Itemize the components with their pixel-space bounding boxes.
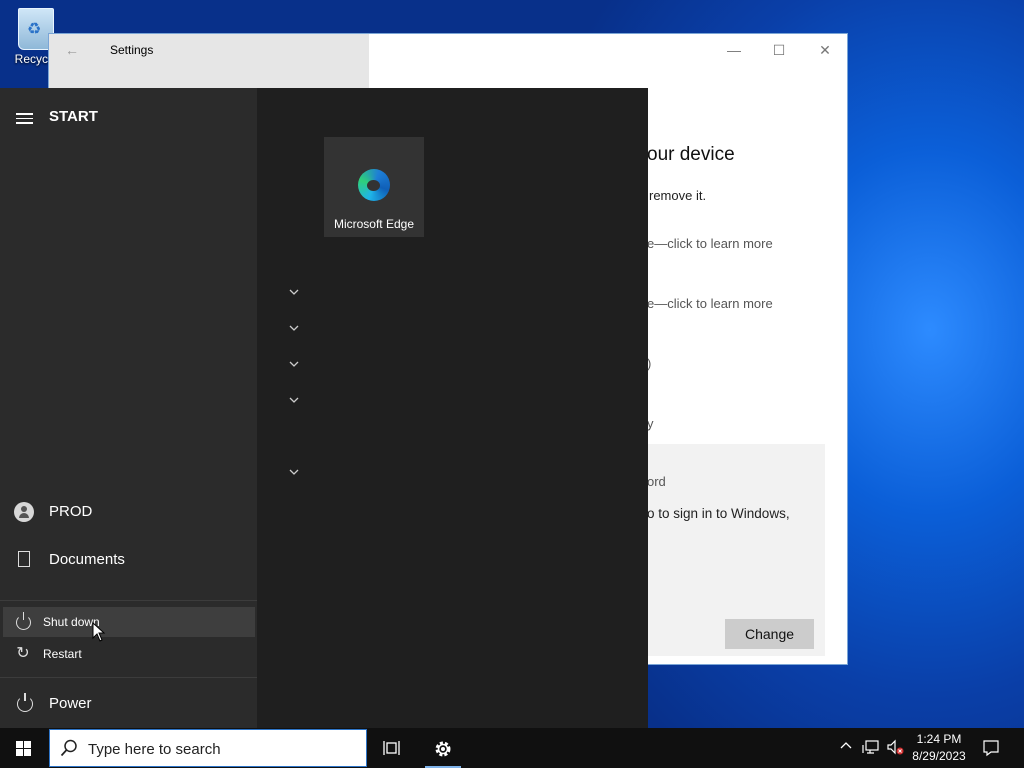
- group-expand-chevron-icon[interactable]: [288, 286, 300, 298]
- tile-label: Microsoft Edge: [333, 217, 415, 231]
- start-button[interactable]: [0, 728, 48, 768]
- edge-icon: [358, 169, 390, 201]
- group-expand-chevron-icon[interactable]: [288, 358, 300, 370]
- hamburger-menu-icon[interactable]: [16, 110, 33, 127]
- microsoft-edge-tile[interactable]: Microsoft Edge: [324, 137, 424, 237]
- settings-description: remove it.: [649, 188, 707, 203]
- power-label: Power: [49, 695, 92, 712]
- system-clock[interactable]: 1:24 PM 8/29/2023: [900, 731, 978, 765]
- power-icon: [17, 693, 33, 712]
- search-icon: [60, 739, 78, 757]
- learn-more-link-1[interactable]: e—click to learn more: [647, 236, 773, 251]
- minimize-button[interactable]: —: [719, 40, 749, 60]
- restart-icon: ↻: [16, 645, 30, 662]
- window-title: Settings: [110, 43, 154, 57]
- windows-logo-icon: [16, 741, 32, 756]
- panel-title: ord: [647, 474, 666, 489]
- clock-time: 1:24 PM: [916, 732, 962, 746]
- documents-label: Documents: [49, 551, 125, 568]
- settings-titlebar-left: [49, 34, 369, 88]
- shut-down-option[interactable]: Shut down: [3, 607, 255, 637]
- gear-icon: [435, 741, 451, 757]
- group-expand-chevron-icon[interactable]: [288, 466, 300, 478]
- settings-taskbar-button[interactable]: [419, 728, 467, 768]
- close-button[interactable]: ✕: [810, 40, 840, 60]
- chevron-up-icon[interactable]: [838, 738, 854, 778]
- user-name: PROD: [49, 503, 93, 520]
- start-label: START: [49, 108, 98, 125]
- settings-heading: our device: [647, 144, 735, 165]
- document-icon: [18, 551, 30, 567]
- search-box[interactable]: Type here to search: [49, 729, 367, 767]
- notifications-icon[interactable]: [982, 739, 1000, 779]
- task-view-button[interactable]: [368, 728, 416, 768]
- change-button[interactable]: Change: [725, 619, 814, 649]
- group-expand-chevron-icon[interactable]: [288, 322, 300, 334]
- user-account-item[interactable]: PROD: [0, 490, 257, 534]
- power-item[interactable]: Power: [0, 682, 257, 726]
- network-icon[interactable]: [862, 739, 880, 779]
- power-options-menu: Shut down ↻ Restart: [0, 600, 257, 678]
- panel-text: o to sign in to Windows,: [647, 506, 790, 521]
- search-placeholder: Type here to search: [88, 741, 221, 758]
- maximize-button[interactable]: ☐: [764, 40, 794, 60]
- restart-option[interactable]: ↻ Restart: [3, 639, 255, 669]
- power-icon: [16, 612, 31, 630]
- documents-item[interactable]: Documents: [0, 538, 257, 582]
- restart-label: Restart: [43, 647, 82, 661]
- start-left-column: START PROD Documents Shut down ↻ Restart…: [0, 88, 257, 728]
- task-view-icon: [383, 741, 400, 755]
- taskbar: Type here to search 1:24 PM 8/29/2023: [0, 728, 1024, 768]
- group-expand-chevron-icon[interactable]: [288, 394, 300, 406]
- clock-date: 8/29/2023: [912, 749, 966, 763]
- user-avatar-icon: [14, 502, 34, 522]
- learn-more-link-2[interactable]: e—click to learn more: [647, 296, 773, 311]
- back-arrow-icon[interactable]: ←: [65, 42, 79, 58]
